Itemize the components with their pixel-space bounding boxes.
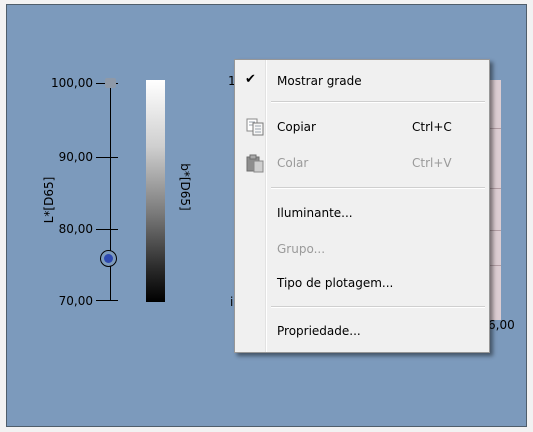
menu-label: Tipo de plotagem...: [277, 276, 394, 290]
menu-separator: [271, 306, 485, 308]
menu-label: Mostrar grade: [277, 74, 362, 88]
b-axis-title: b*[D65]: [178, 163, 192, 211]
menu-separator: [271, 187, 485, 189]
partial-label: i: [230, 295, 234, 309]
menu-item-paste[interactable]: Colar Ctrl+V: [237, 152, 487, 176]
tick-label-90: 90,00: [58, 150, 93, 164]
menu-shortcut: Ctrl+C: [412, 120, 452, 134]
lightness-gradient-bar: [146, 80, 165, 302]
axis-tick: [96, 300, 118, 301]
menu-item-plot-type[interactable]: Tipo de plotagem...: [237, 272, 487, 296]
window: 6,00 1 i 100,00 90,00 80,00 70,00 L*[D65…: [0, 0, 533, 432]
axis-top-marker: [105, 78, 116, 88]
sample-marker[interactable]: [100, 250, 117, 267]
menu-label: Iluminante...: [277, 206, 353, 220]
menu-item-show-grid[interactable]: ✔ Mostrar grade: [237, 70, 487, 94]
paste-icon: [246, 154, 264, 173]
axis-tick: [96, 157, 118, 158]
menu-label: Copiar: [277, 120, 316, 134]
menu-separator: [271, 101, 485, 103]
tick-label-70: 70,00: [58, 294, 93, 308]
context-menu: ✔ Mostrar grade Copiar Ctrl+C Colar Ctrl…: [234, 59, 490, 353]
checkmark-icon: ✔: [245, 72, 256, 87]
menu-label: Grupo...: [277, 242, 326, 256]
menu-label: Propriedade...: [277, 324, 361, 338]
l-axis-line: [110, 83, 111, 301]
tick-label-100: 100,00: [51, 76, 93, 90]
menu-item-group[interactable]: Grupo...: [237, 238, 487, 262]
menu-label: Colar: [277, 156, 309, 170]
axis-tick: [96, 229, 118, 230]
menu-item-illuminant[interactable]: Iluminante...: [237, 202, 487, 226]
copy-icon: [246, 118, 264, 136]
x-tick-label: 6,00: [488, 318, 515, 332]
menu-item-properties[interactable]: Propriedade...: [237, 320, 487, 344]
l-axis-title: L*[D65]: [42, 176, 56, 224]
menu-item-copy[interactable]: Copiar Ctrl+C: [237, 116, 487, 140]
menu-shortcut: Ctrl+V: [412, 156, 452, 170]
